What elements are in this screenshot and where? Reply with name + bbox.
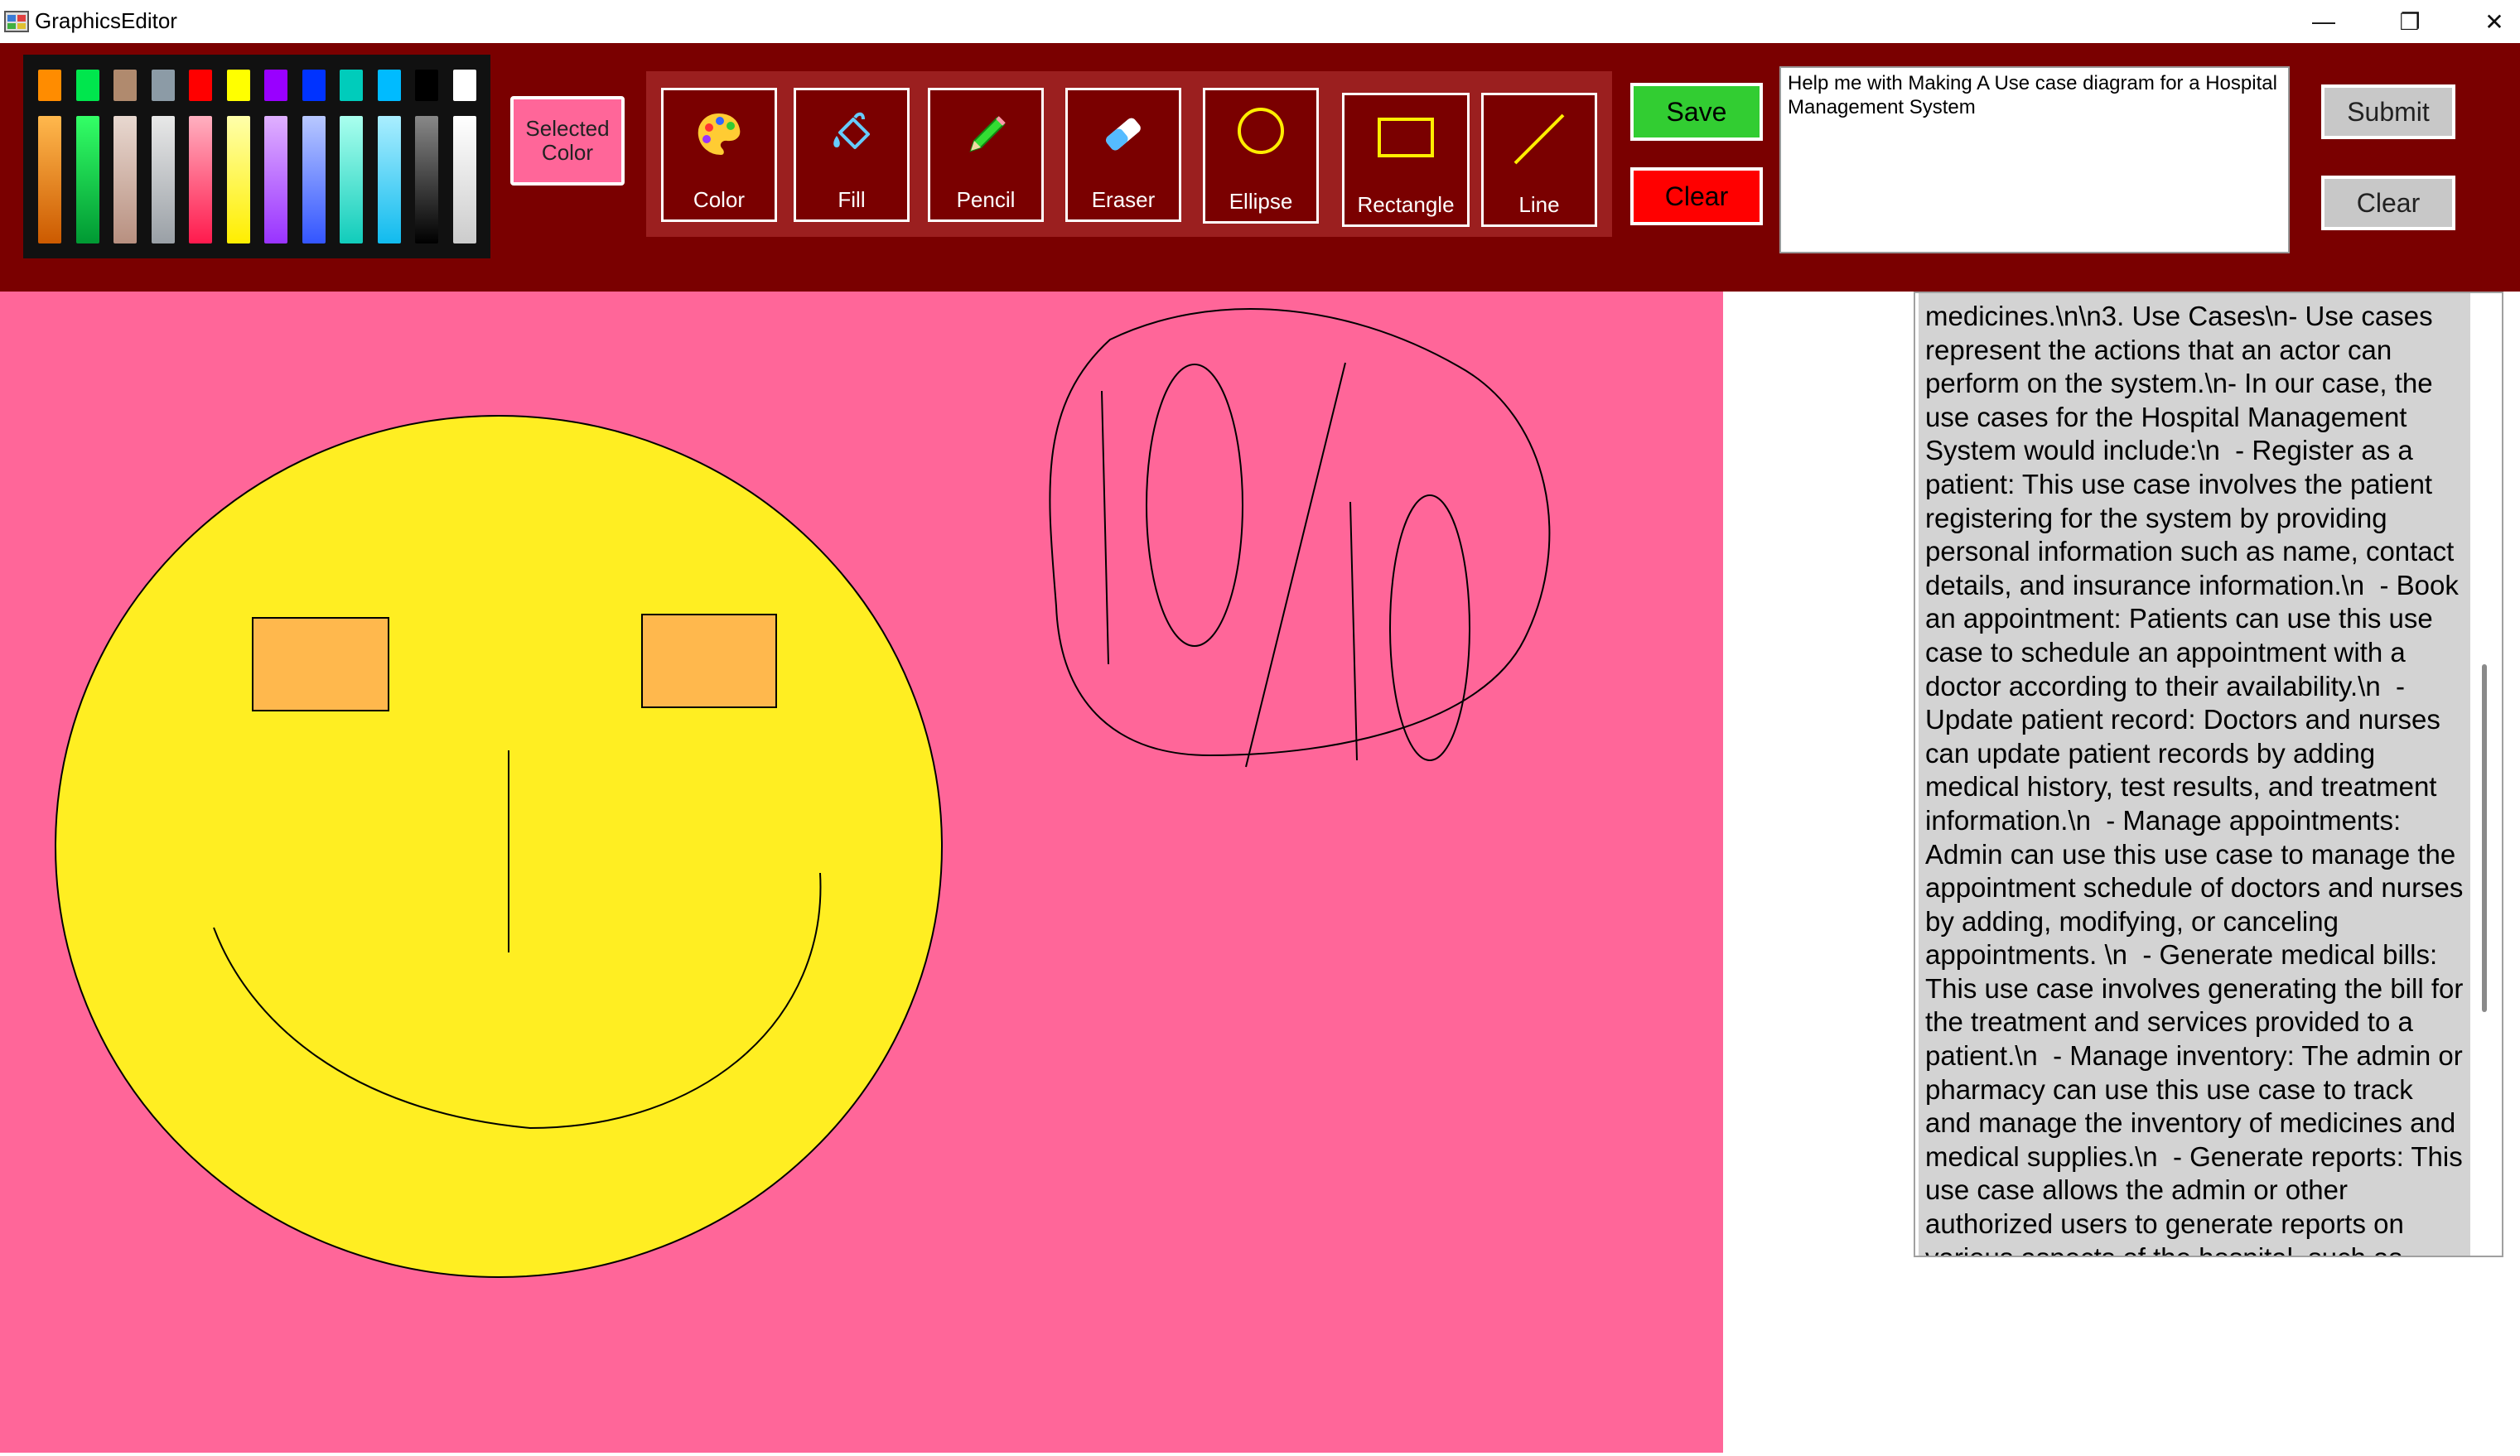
tool-pencil[interactable]: Pencil — [928, 88, 1044, 222]
line-icon — [1513, 113, 1565, 165]
score-digit-zero-second — [1389, 494, 1470, 761]
palette-gradient-swatch[interactable] — [189, 116, 212, 243]
palette-swatch[interactable] — [264, 70, 287, 101]
tool-eraser[interactable]: Eraser — [1065, 88, 1181, 222]
response-panel[interactable]: medicines.\n\n3. Use Cases\n- Use cases … — [1914, 292, 2503, 1257]
palette-gradient-swatch[interactable] — [38, 116, 61, 243]
clear-prompt-button[interactable]: Clear — [2321, 176, 2455, 230]
palette-swatch[interactable] — [415, 70, 438, 101]
tool-label: Ellipse — [1229, 189, 1293, 214]
palette-gradient-swatch[interactable] — [75, 116, 99, 243]
response-text: medicines.\n\n3. Use Cases\n- Use cases … — [1919, 293, 2470, 1256]
palette-swatch[interactable] — [226, 70, 250, 101]
ellipse-icon — [1238, 108, 1284, 154]
fill-bucket-icon — [833, 112, 870, 149]
selected-color-box[interactable]: Selected Color — [510, 96, 625, 186]
color-palette — [23, 55, 490, 258]
score-digit-one-second — [1349, 501, 1358, 761]
palette-swatch[interactable] — [377, 70, 401, 101]
window-title: GraphicsEditor — [35, 8, 177, 33]
tool-label: Pencil — [956, 187, 1016, 212]
score-slash — [1245, 362, 1346, 768]
selected-color-label: Selected Color — [525, 116, 610, 165]
tool-label: Eraser — [1091, 187, 1156, 212]
minimize-button[interactable]: — — [2286, 0, 2361, 43]
palette-swatch[interactable] — [151, 70, 175, 101]
tool-line[interactable]: Line — [1481, 93, 1597, 227]
palette-gradient-swatch[interactable] — [340, 116, 363, 243]
tool-label: Line — [1518, 192, 1560, 217]
tool-ellipse[interactable]: Ellipse — [1203, 88, 1319, 224]
scrollbar-thumb[interactable] — [2482, 664, 2487, 1012]
clear-canvas-button[interactable]: Clear — [1630, 167, 1763, 225]
maximize-button[interactable]: ❐ — [2373, 0, 2447, 43]
score-circle-scribble — [1049, 308, 1551, 757]
palette-swatch[interactable] — [189, 70, 212, 101]
response-scrollbar[interactable] — [2474, 292, 2502, 1257]
tool-rectangle[interactable]: Rectangle — [1342, 93, 1470, 227]
palette-gradient-swatch[interactable] — [415, 116, 438, 243]
palette-swatch[interactable] — [340, 70, 363, 101]
tool-label: Rectangle — [1357, 192, 1455, 217]
palette-swatch[interactable] — [452, 70, 476, 101]
save-button[interactable]: Save — [1630, 83, 1763, 141]
pencil-icon — [969, 116, 1006, 152]
drawing-canvas[interactable] — [0, 292, 1723, 1453]
tool-label: Color — [693, 187, 746, 212]
palette-gradient-swatch[interactable] — [452, 116, 476, 243]
left-eye — [252, 617, 389, 711]
palette-icon — [696, 111, 742, 157]
rectangle-icon — [1378, 118, 1434, 157]
prompt-input[interactable] — [1779, 66, 2290, 253]
smiley-face — [55, 415, 943, 1278]
canvas-drawing — [55, 308, 1551, 1278]
palette-gradient-swatch[interactable] — [264, 116, 287, 243]
palette-gradient-swatch[interactable] — [151, 116, 175, 243]
palette-swatch[interactable] — [38, 70, 61, 101]
palette-swatch[interactable] — [75, 70, 99, 101]
palette-swatch[interactable] — [113, 70, 137, 101]
eraser-icon — [1106, 118, 1141, 151]
palette-gradient-swatch[interactable] — [113, 116, 137, 243]
palette-gradient-swatch[interactable] — [302, 116, 326, 243]
score-digit-zero — [1146, 364, 1243, 647]
tool-label: Fill — [838, 187, 866, 212]
palette-gradient-swatch[interactable] — [226, 116, 250, 243]
app-icon — [4, 11, 29, 32]
close-button[interactable]: ✕ — [2457, 0, 2520, 43]
tool-color[interactable]: Color — [661, 88, 777, 222]
right-eye — [641, 614, 777, 708]
tool-fill[interactable]: Fill — [794, 88, 910, 222]
palette-gradient-swatch[interactable] — [377, 116, 401, 243]
score-digit-one — [1101, 390, 1109, 665]
palette-swatch[interactable] — [302, 70, 326, 101]
title-bar: GraphicsEditor — ❐ ✕ — [0, 0, 2520, 43]
submit-button[interactable]: Submit — [2321, 84, 2455, 139]
